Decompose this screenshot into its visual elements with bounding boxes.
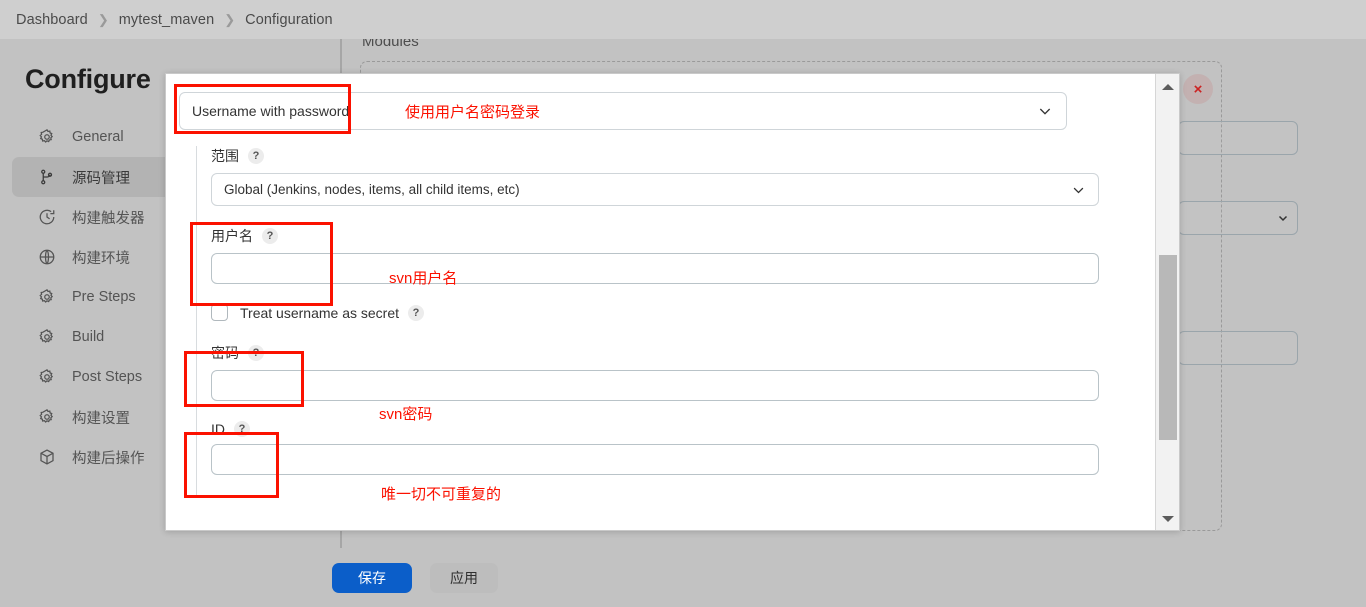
sidebar-item-post-steps[interactable]: Post Steps	[12, 357, 176, 397]
background-field-3[interactable]	[1178, 331, 1298, 365]
sidebar-item-post-build-actions[interactable]: 构建后操作	[12, 437, 176, 477]
field-scope-label-row: 范围 ?	[211, 146, 1111, 166]
breadcrumb-item-dashboard[interactable]: Dashboard	[16, 12, 88, 28]
password-input[interactable]	[211, 370, 1099, 401]
sidebar-item-label: Pre Steps	[72, 289, 136, 305]
scope-select[interactable]: Global (Jenkins, nodes, items, all child…	[211, 173, 1099, 206]
field-id-label: ID	[211, 421, 225, 437]
field-scope: 范围 ? Global (Jenkins, nodes, items, all …	[211, 146, 1111, 206]
sidebar-item-general[interactable]: General	[12, 117, 176, 157]
gear-icon	[37, 287, 57, 307]
background-field-2[interactable]	[1178, 201, 1298, 235]
action-bar: 保存 应用	[0, 548, 1366, 607]
gear-icon	[37, 367, 57, 387]
credential-fields-group: 范围 ? Global (Jenkins, nodes, items, all …	[196, 146, 1111, 495]
scrollbar-up-arrow-icon[interactable]	[1156, 77, 1179, 97]
treat-username-as-secret-label: Treat username as secret	[240, 304, 399, 321]
chevron-down-icon	[1039, 108, 1051, 115]
credential-type-value: Username with password	[192, 103, 350, 119]
sidebar-item-label: Build	[72, 329, 105, 345]
sidebar-item-label: 构建设置	[72, 410, 130, 427]
help-icon[interactable]: ?	[408, 304, 424, 321]
breadcrumb-separator-icon: ❯	[97, 12, 109, 27]
gear-icon	[37, 127, 57, 147]
sidebar-item-source-control[interactable]: 源码管理	[12, 157, 176, 197]
sidebar-item-build[interactable]: Build	[12, 317, 176, 357]
scrollbar-down-arrow-icon[interactable]	[1156, 509, 1179, 529]
id-input[interactable]	[211, 444, 1099, 475]
help-icon[interactable]: ?	[248, 345, 264, 361]
save-button[interactable]: 保存	[332, 562, 412, 593]
sidebar: Configure General 源码管理 构建触发器 构建环境 Pre St…	[0, 39, 182, 607]
modal-scrollbar[interactable]	[1155, 74, 1179, 530]
close-glyph: ×	[1193, 80, 1203, 98]
field-id: ID ?	[211, 421, 1111, 475]
help-icon[interactable]: ?	[234, 421, 250, 437]
treat-username-as-secret-checkbox[interactable]	[211, 304, 228, 321]
sidebar-item-label: General	[72, 129, 124, 145]
box-icon	[37, 447, 57, 467]
sidebar-item-label: 构建后操作	[72, 450, 145, 467]
field-password-label: 密码	[211, 345, 239, 361]
sidebar-item-label: Post Steps	[72, 369, 143, 385]
help-icon[interactable]: ?	[262, 228, 278, 244]
scrollbar-thumb[interactable]	[1159, 255, 1177, 440]
sidebar-item-build-triggers[interactable]: 构建触发器	[12, 197, 176, 237]
sidebar-item-build-settings[interactable]: 构建设置	[12, 397, 176, 437]
breadcrumb-item-project[interactable]: mytest_maven	[119, 12, 215, 28]
sidebar-nav-list: General 源码管理 构建触发器 构建环境 Pre Steps Build …	[0, 117, 182, 477]
treat-username-as-secret-row: Treat username as secret ?	[211, 304, 1111, 321]
globe-icon	[37, 247, 57, 267]
breadcrumb: Dashboard ❯ mytest_maven ❯ Configuration	[0, 0, 1366, 39]
gear-icon	[37, 327, 57, 347]
breadcrumb-item-configuration[interactable]: Configuration	[245, 12, 333, 28]
sidebar-item-label: 构建触发器	[72, 210, 145, 227]
field-username-label: 用户名	[211, 228, 253, 244]
sidebar-item-build-environment[interactable]: 构建环境	[12, 237, 176, 277]
credentials-modal: 类型 Username with password 范围 ? Global (J…	[165, 73, 1180, 531]
scope-select-value: Global (Jenkins, nodes, items, all child…	[224, 182, 520, 197]
branch-icon	[37, 167, 57, 187]
apply-button[interactable]: 应用	[430, 562, 498, 593]
credential-type-select[interactable]: Username with password	[179, 92, 1067, 130]
sidebar-item-label: 源码管理	[72, 170, 130, 187]
field-password-label-row: 密码 ?	[211, 343, 1111, 363]
field-scope-label: 范围	[211, 148, 239, 164]
sidebar-item-label: 构建环境	[72, 250, 130, 267]
username-input[interactable]	[211, 253, 1099, 284]
clock-icon	[37, 207, 57, 227]
help-icon[interactable]: ?	[248, 148, 264, 164]
gear-icon	[37, 407, 57, 427]
background-field-1[interactable]	[1178, 121, 1298, 155]
close-icon[interactable]: ×	[1183, 74, 1213, 104]
field-password: 密码 ?	[211, 343, 1111, 401]
field-id-label-row: ID ?	[211, 421, 1111, 437]
field-username: 用户名 ?	[211, 226, 1111, 284]
modal-scroll-area: 类型 Username with password 范围 ? Global (J…	[166, 74, 1157, 530]
sidebar-item-pre-steps[interactable]: Pre Steps	[12, 277, 176, 317]
breadcrumb-separator-icon: ❯	[224, 12, 236, 27]
chevron-down-icon	[1278, 215, 1288, 222]
chevron-down-icon	[1073, 187, 1084, 193]
page-title: Configure	[25, 64, 151, 94]
field-username-label-row: 用户名 ?	[211, 226, 1111, 246]
